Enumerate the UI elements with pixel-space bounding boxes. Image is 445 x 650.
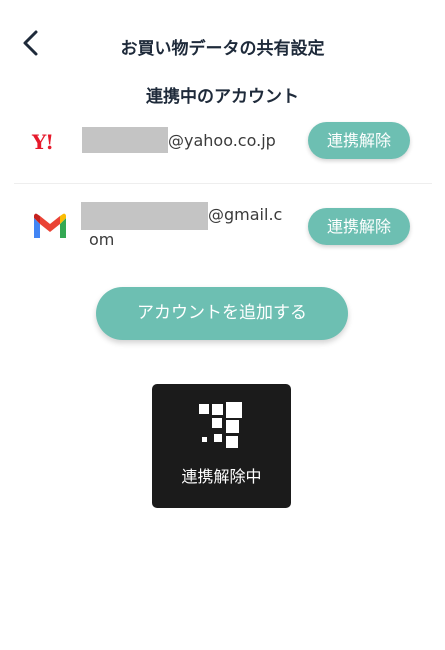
toast-message: 連携解除中 — [181, 467, 262, 486]
email-domain: @yahoo.co.jp — [168, 131, 276, 150]
linked-accounts-title: 連携中のアカウント — [146, 87, 299, 107]
masked-email-user — [81, 202, 208, 230]
account-row-gmail: @gmail.c om 連携解除 — [0, 196, 445, 266]
app-header: お買い物データの共有設定 — [0, 0, 445, 88]
gmail-icon — [34, 213, 66, 238]
add-account-button[interactable]: アカウントを追加する — [96, 287, 348, 340]
unlink-gmail-button[interactable]: 連携解除 — [308, 208, 410, 245]
account-row-yahoo: Y! @yahoo.co.jp 連携解除 — [0, 116, 445, 182]
masked-email-user — [82, 127, 168, 153]
loading-toast: 連携解除中 — [152, 384, 291, 508]
email-domain: @gmail.c — [208, 205, 283, 224]
email-domain-wrap: om — [89, 230, 115, 249]
loading-spinner-icon — [199, 402, 245, 448]
yahoo-logo: Y! — [32, 130, 54, 154]
divider — [14, 183, 432, 184]
page-title: お買い物データの共有設定 — [120, 39, 325, 59]
unlink-yahoo-button[interactable]: 連携解除 — [308, 122, 410, 159]
